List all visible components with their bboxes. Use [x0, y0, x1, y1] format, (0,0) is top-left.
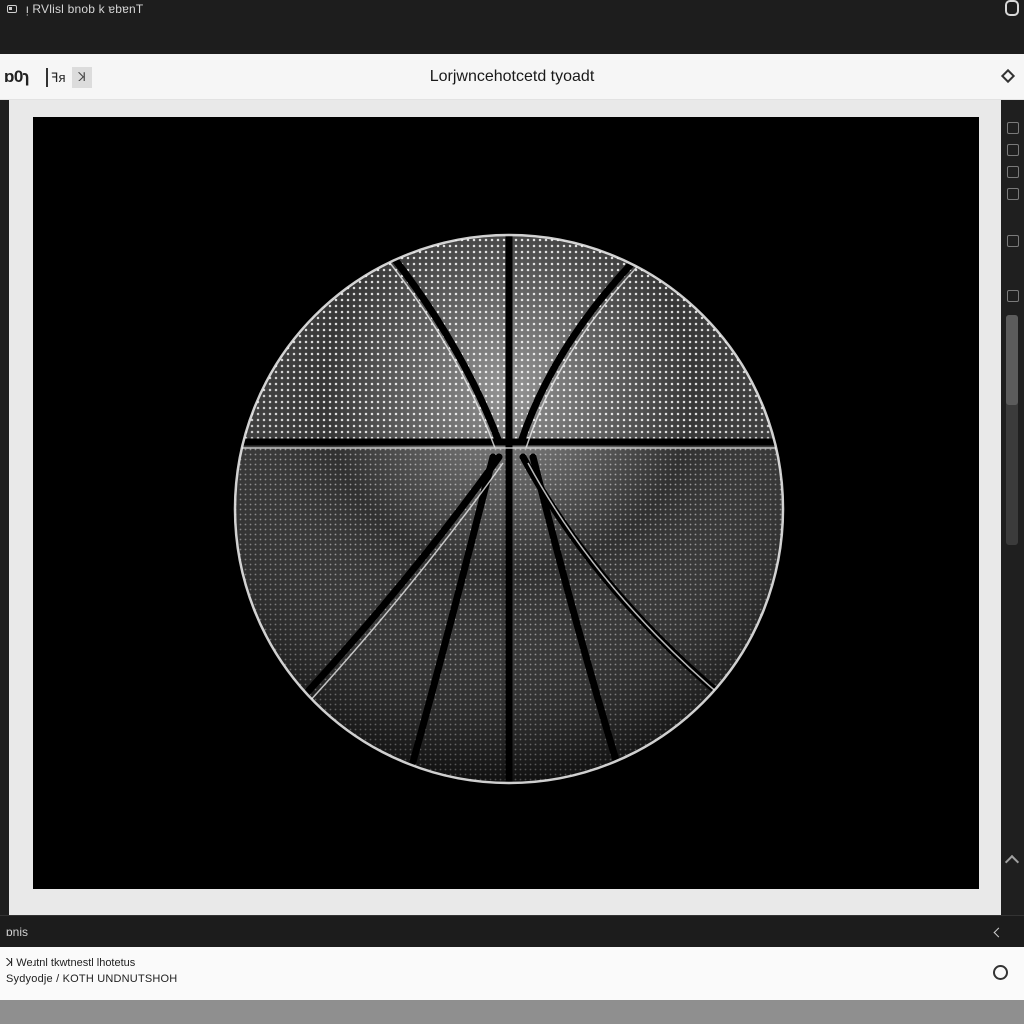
scrollbar-thumb[interactable] [1006, 315, 1018, 405]
basketball-image [33, 117, 979, 889]
grid-icon[interactable] [1007, 166, 1019, 178]
panel-icon[interactable] [1007, 122, 1019, 134]
settings-icon[interactable] [1007, 290, 1019, 302]
status-text: ɒnis [6, 925, 29, 939]
info-panel: ꓘ Weɹtnl tkwtnestl lhotetus Sydyodje / K… [0, 947, 1024, 1000]
canvas-area [0, 100, 1024, 915]
info-line-2: Sydyodje / KOTH UNDNUTSHOH [6, 973, 178, 985]
image-viewport [33, 117, 979, 889]
scrollbar[interactable] [1006, 315, 1018, 545]
circle-icon[interactable] [993, 965, 1008, 980]
filter-icon[interactable] [1007, 235, 1019, 247]
image-frame [9, 100, 1001, 915]
square-button-icon[interactable] [1005, 0, 1019, 16]
info-line-1: ꓘ Weɹtnl tkwtnestl lhotetus [6, 957, 136, 969]
viewer-toolbar: ɒ0ɿ ꟻᴙ ꓘ Lorjwncehotcetd tyoadt [0, 54, 1024, 100]
system-title: ᴉ RVlisl bnob k ɐbɐnT [26, 2, 144, 16]
chevron-up-icon[interactable] [1004, 854, 1020, 870]
layers-icon[interactable] [1007, 144, 1019, 156]
window-title: Lorjwncehotcetd tyoadt [429, 68, 595, 85]
bottom-bar [0, 1000, 1024, 1024]
system-title-bar: ᴉ RVlisl bnob k ɐbɐnT [0, 0, 1024, 54]
adjust-icon[interactable] [1007, 188, 1019, 200]
right-tool-rail [1001, 100, 1024, 915]
chevron-left-icon[interactable] [993, 927, 1004, 938]
status-bar: ɒnis [0, 915, 1024, 947]
window-icon [7, 5, 17, 13]
